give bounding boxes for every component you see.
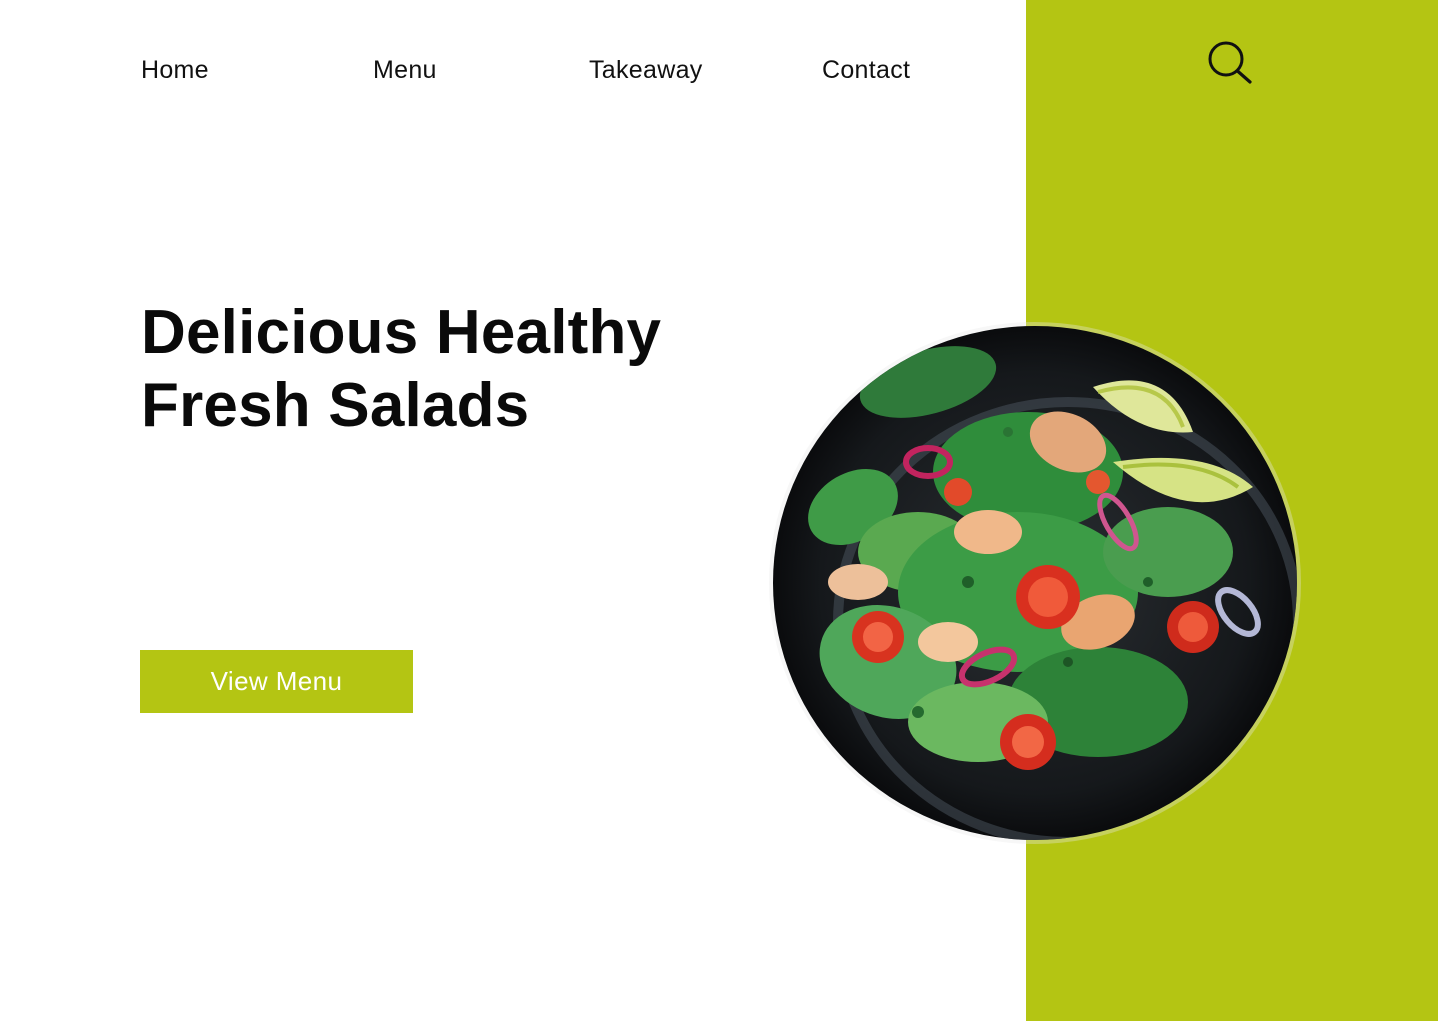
nav-menu-link[interactable]: Menu — [373, 54, 437, 86]
view-menu-button[interactable]: View Menu — [140, 650, 413, 713]
hero-title-line-1: Delicious Healthy — [141, 298, 662, 367]
nav-home-link[interactable]: Home — [141, 54, 209, 86]
hero-title: Delicious Healthy Fresh Salads — [141, 296, 661, 442]
nav-contact-link[interactable]: Contact — [822, 54, 910, 86]
landing-page: Home Menu Takeaway Contact Delicious Hea… — [0, 0, 1440, 1024]
salad-bowl-image — [768, 322, 1302, 844]
hero-title-line-2: Fresh Salads — [141, 371, 530, 440]
nav-takeaway-link[interactable]: Takeaway — [589, 54, 703, 86]
search-icon[interactable] — [1206, 40, 1254, 86]
